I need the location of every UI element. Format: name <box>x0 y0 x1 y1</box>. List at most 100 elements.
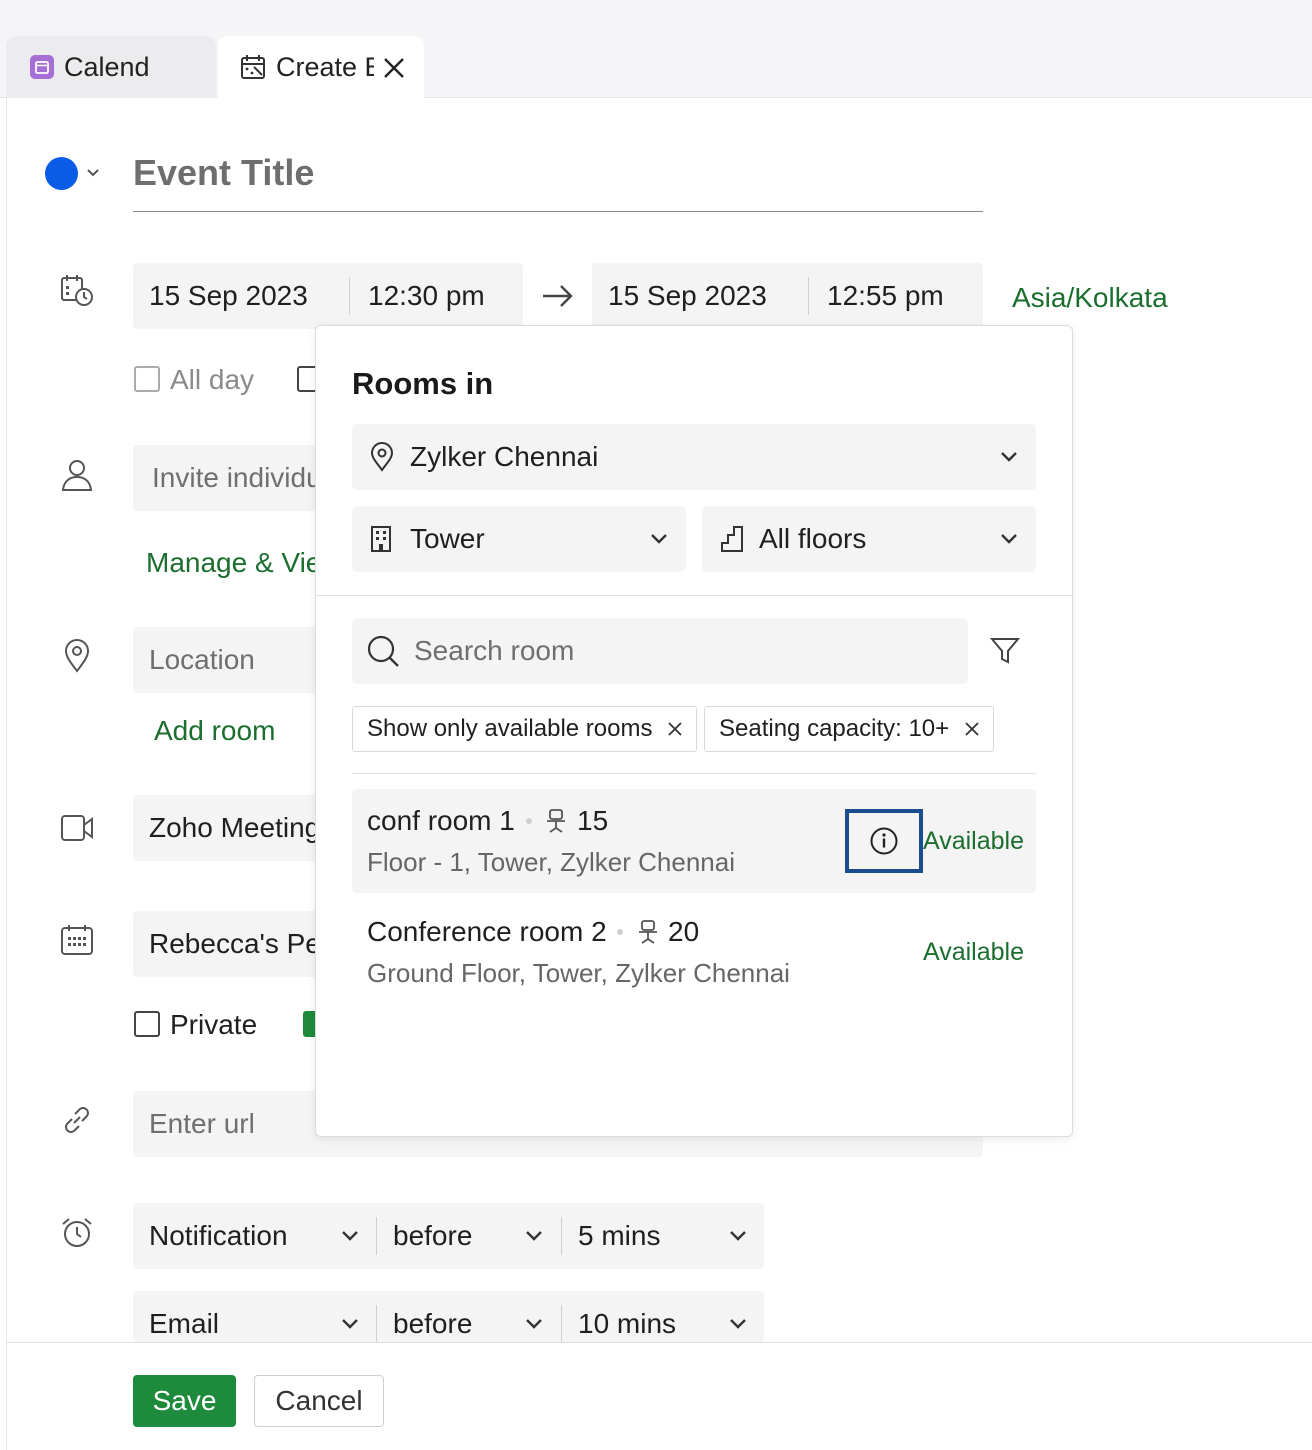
reminder-type-select[interactable]: Notification <box>149 1220 288 1252</box>
footer-divider <box>6 1342 1312 1343</box>
reminder-relation-select[interactable]: before <box>393 1308 472 1340</box>
location-select-value: Zylker Chennai <box>410 441 599 472</box>
arrow-right-icon <box>541 282 575 310</box>
end-datetime-field[interactable]: 15 Sep 2023 12:55 pm <box>592 263 983 329</box>
room-info-button[interactable] <box>845 809 923 873</box>
chevron-down-icon[interactable] <box>729 1228 747 1244</box>
alarm-clock-icon <box>60 1216 94 1250</box>
start-time[interactable]: 12:30 pm <box>368 280 485 312</box>
separator-dot <box>526 818 532 824</box>
building-select-value: Tower <box>410 523 485 554</box>
location-input[interactable]: Location <box>133 627 323 693</box>
list-divider <box>352 773 1036 774</box>
calendar-clock-icon <box>60 274 94 308</box>
search-placeholder: Search room <box>414 635 575 666</box>
rooms-heading: Rooms in <box>352 366 494 401</box>
close-icon[interactable] <box>382 56 406 80</box>
add-room-link[interactable]: Add room <box>154 715 275 747</box>
end-date[interactable]: 15 Sep 2023 <box>608 280 767 312</box>
chevron-down-icon[interactable] <box>1000 449 1018 465</box>
room-location: Ground Floor, Tower, Zylker Chennai <box>367 958 790 988</box>
filter-chip-label: Seating capacity: 10+ <box>719 715 950 742</box>
rooms-popup: Rooms in Zylker Chennai Tower All floors… <box>315 325 1073 1137</box>
room-status: Available <box>923 938 1025 966</box>
all-day-checkbox[interactable] <box>134 366 160 392</box>
end-time[interactable]: 12:55 pm <box>827 280 944 312</box>
divider <box>808 277 809 315</box>
person-icon <box>60 458 94 492</box>
room-list-item[interactable]: conf room 1 15 Floor - 1, Tower, Zylker … <box>352 789 1036 893</box>
divider <box>349 277 350 315</box>
chair-icon <box>545 808 567 834</box>
info-icon <box>870 827 898 855</box>
chevron-down-icon[interactable] <box>650 531 668 547</box>
room-location: Floor - 1, Tower, Zylker Chennai <box>367 847 735 877</box>
section-divider <box>316 595 1072 596</box>
video-camera-icon <box>60 813 94 843</box>
divider <box>376 1217 377 1255</box>
cancel-button[interactable]: Cancel <box>254 1375 384 1427</box>
tab-create-event-label: Create E <box>276 52 374 82</box>
location-pin-icon <box>370 442 394 472</box>
chevron-down-icon[interactable] <box>341 1316 359 1332</box>
reminder-duration-select[interactable]: 5 mins <box>578 1220 660 1252</box>
chevron-down-icon[interactable] <box>341 1228 359 1244</box>
tab-calendar-label: Calend <box>64 52 150 82</box>
filter-icon[interactable] <box>990 636 1020 666</box>
reminder-row-2: Email before 10 mins <box>133 1291 764 1342</box>
tab-calendar[interactable]: Calend <box>6 36 216 98</box>
room-name: Conference room 2 <box>367 916 607 947</box>
calendar-icon <box>60 924 94 956</box>
building-select[interactable]: Tower <box>352 506 686 572</box>
save-button[interactable]: Save <box>133 1375 236 1427</box>
reminder-type-select[interactable]: Email <box>149 1308 219 1340</box>
stairs-icon <box>720 525 744 553</box>
private-checkbox[interactable] <box>134 1011 160 1037</box>
filter-chip-available: Show only available rooms <box>352 706 698 752</box>
floor-select[interactable]: All floors <box>702 506 1036 572</box>
floor-select-value: All floors <box>759 523 867 554</box>
start-date[interactable]: 15 Sep 2023 <box>149 280 308 312</box>
private-label: Private <box>170 1009 258 1040</box>
divider <box>376 1305 377 1342</box>
manage-view-link[interactable]: Manage & Vie <box>146 547 316 579</box>
location-select[interactable]: Zylker Chennai <box>352 424 1036 490</box>
room-name: conf room 1 <box>367 805 515 836</box>
tab-create-event[interactable]: Create E <box>218 36 424 99</box>
chevron-down-icon[interactable] <box>1000 531 1018 547</box>
room-list-item[interactable]: Conference room 2 20 Ground Floor, Tower… <box>352 900 1036 1004</box>
link-icon <box>60 1103 94 1137</box>
event-color-picker[interactable] <box>45 157 78 190</box>
all-day-label: All day <box>170 364 255 395</box>
reminder-duration-select[interactable]: 10 mins <box>578 1308 676 1340</box>
divider <box>561 1217 562 1255</box>
chevron-down-icon[interactable] <box>525 1228 543 1244</box>
create-event-icon <box>240 54 268 82</box>
event-title-input[interactable]: Event Title <box>133 146 983 212</box>
search-room-input[interactable]: Search room <box>352 618 968 684</box>
calendar-app-icon <box>30 55 54 79</box>
chevron-down-icon[interactable] <box>729 1316 747 1332</box>
room-capacity: 20 <box>668 916 700 947</box>
room-capacity: 15 <box>577 805 609 836</box>
filter-chip-capacity: Seating capacity: 10+ <box>704 706 995 752</box>
close-icon[interactable] <box>668 722 683 736</box>
invite-input[interactable]: Invite individu <box>133 445 323 511</box>
chevron-down-icon[interactable] <box>525 1316 543 1332</box>
reminder-relation-select[interactable]: before <box>393 1220 472 1252</box>
room-status: Available <box>923 827 1025 855</box>
divider <box>561 1305 562 1342</box>
building-icon <box>370 525 392 553</box>
filter-chip-label: Show only available rooms <box>367 715 653 742</box>
chair-icon <box>637 919 659 945</box>
meeting-provider-select[interactable]: Zoho Meeting <box>133 795 323 861</box>
close-icon[interactable] <box>965 722 979 736</box>
location-pin-icon <box>63 639 91 673</box>
separator-dot <box>617 929 623 935</box>
chevron-down-icon[interactable] <box>86 166 100 180</box>
calendar-select[interactable]: Rebecca's Per <box>133 911 323 977</box>
timezone-link[interactable]: Asia/Kolkata <box>1012 282 1168 314</box>
start-datetime-field[interactable]: 15 Sep 2023 12:30 pm <box>133 263 523 329</box>
reminder-row-1: Notification before 5 mins <box>133 1203 764 1269</box>
search-icon <box>366 634 400 668</box>
